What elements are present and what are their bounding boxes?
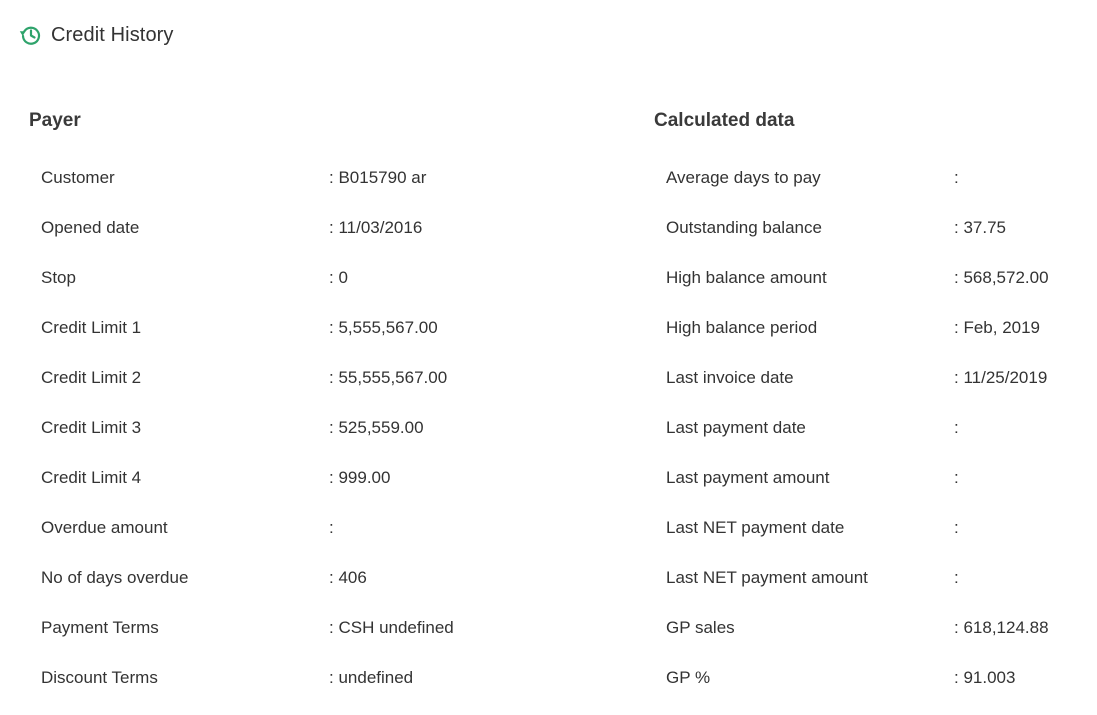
payer-row-credit-limit-2: Credit Limit 2 55,555,567.00 (41, 365, 454, 415)
payer-row-credit-limit-1: Credit Limit 1 5,555,567.00 (41, 315, 454, 365)
calc-row-last-net-payment-amount: Last NET payment amount (666, 565, 1049, 615)
field-label: Last NET payment date (666, 518, 845, 537)
field-label: High balance amount (666, 268, 827, 287)
field-value: 999.00 (329, 465, 390, 491)
field-label: GP sales (666, 618, 735, 637)
calculated-data-section: Calculated data Average days to pay Outs… (654, 108, 1094, 687)
calc-row-gp-percent: GP % 91.003 (666, 665, 1049, 715)
payer-row-stop: Stop 0 (41, 265, 454, 315)
field-label: Discount Terms (41, 668, 158, 687)
payer-row-customer: Customer B015790 ar (41, 165, 454, 215)
field-label: Last payment date (666, 418, 806, 437)
field-label: Average days to pay (666, 168, 821, 187)
field-value: Feb, 2019 (954, 315, 1040, 341)
page-title: Credit History (51, 23, 174, 46)
field-value: 11/03/2016 (329, 215, 422, 241)
calc-row-average-days-to-pay: Average days to pay (666, 165, 1049, 215)
field-label: Credit Limit 2 (41, 368, 142, 387)
field-label: No of days overdue (41, 568, 189, 587)
calc-row-high-balance-amount: High balance amount 568,572.00 (666, 265, 1049, 315)
calc-row-high-balance-period: High balance period Feb, 2019 (666, 315, 1049, 365)
field-value: 5,555,567.00 (329, 315, 437, 341)
payer-section: Payer Customer B015790 ar Opened date 11… (29, 108, 469, 687)
page-header: Credit History (18, 20, 174, 50)
field-label: Stop (41, 268, 76, 287)
calc-row-last-net-payment-date: Last NET payment date (666, 515, 1049, 565)
payer-rows: Customer B015790 ar Opened date 11/03/20… (41, 165, 454, 715)
payer-row-overdue-amount: Overdue amount (41, 515, 454, 565)
payer-row-payment-terms: Payment Terms CSH undefined (41, 615, 454, 665)
field-value: B015790 ar (329, 165, 426, 191)
calculated-rows: Average days to pay Outstanding balance … (666, 165, 1049, 715)
field-value: 406 (329, 565, 366, 591)
field-label: Overdue amount (41, 518, 168, 537)
field-label: High balance period (666, 318, 818, 337)
field-value: 0 (329, 265, 347, 291)
field-label: Credit Limit 3 (41, 418, 142, 437)
field-label: Opened date (41, 218, 140, 237)
field-value: 11/25/2019 (954, 365, 1047, 391)
calc-row-last-invoice-date: Last invoice date 11/25/2019 (666, 365, 1049, 415)
field-value: 568,572.00 (954, 265, 1048, 291)
field-label: Last NET payment amount (666, 568, 868, 587)
field-label: GP % (666, 668, 711, 687)
field-value (954, 165, 959, 191)
field-value: 37.75 (954, 215, 1006, 241)
payer-row-discount-terms: Discount Terms undefined (41, 665, 454, 715)
calc-row-gp-sales: GP sales 618,124.88 (666, 615, 1049, 665)
field-value: 525,559.00 (329, 415, 423, 441)
payer-row-credit-limit-4: Credit Limit 4 999.00 (41, 465, 454, 515)
field-label: Credit Limit 4 (41, 468, 142, 487)
field-label: Outstanding balance (666, 218, 822, 237)
field-value: 55,555,567.00 (329, 365, 447, 391)
calc-row-outstanding-balance: Outstanding balance 37.75 (666, 215, 1049, 265)
field-value: 618,124.88 (954, 615, 1048, 641)
calculated-data-heading: Calculated data (654, 110, 795, 131)
field-label: Last invoice date (666, 368, 794, 387)
field-value (954, 565, 959, 591)
field-value: CSH undefined (329, 615, 453, 641)
field-value (329, 515, 334, 541)
field-label: Last payment amount (666, 468, 830, 487)
history-icon (18, 22, 44, 48)
calc-row-last-payment-date: Last payment date (666, 415, 1049, 465)
field-label: Credit Limit 1 (41, 318, 142, 337)
payer-row-days-overdue: No of days overdue 406 (41, 565, 454, 615)
field-value (954, 515, 959, 541)
field-label: Customer (41, 168, 115, 187)
field-value (954, 465, 959, 491)
payer-row-credit-limit-3: Credit Limit 3 525,559.00 (41, 415, 454, 465)
calc-row-last-payment-amount: Last payment amount (666, 465, 1049, 515)
field-value: undefined (329, 665, 413, 691)
payer-row-opened-date: Opened date 11/03/2016 (41, 215, 454, 265)
field-label: Payment Terms (41, 618, 159, 637)
payer-heading: Payer (29, 110, 81, 131)
field-value (954, 415, 959, 441)
field-value: 91.003 (954, 665, 1015, 691)
